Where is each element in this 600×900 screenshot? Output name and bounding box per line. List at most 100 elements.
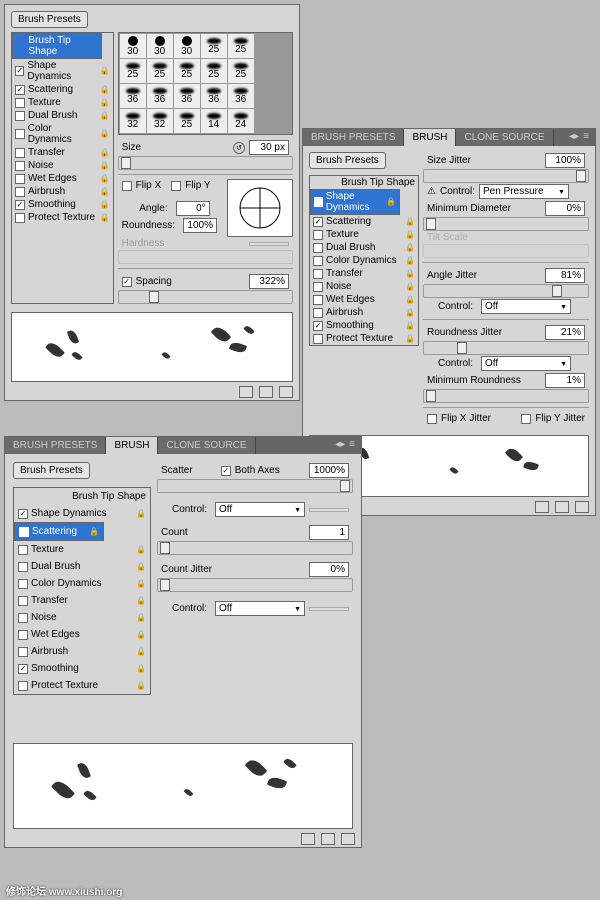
- toggle-icon-2[interactable]: [535, 501, 549, 513]
- count-input[interactable]: 1: [309, 525, 349, 540]
- roundness-input[interactable]: 100%: [183, 218, 217, 233]
- tab-brush[interactable]: BRUSH: [404, 129, 456, 146]
- trash-icon[interactable]: [279, 386, 293, 398]
- tab3-clone[interactable]: CLONE SOURCE: [158, 437, 255, 454]
- size-input[interactable]: 30 px: [249, 140, 289, 155]
- flip-x-checkbox[interactable]: [122, 181, 132, 191]
- item2-brush-tip[interactable]: Brush Tip Shape: [310, 176, 418, 189]
- size-jitter-input[interactable]: 100%: [545, 153, 585, 168]
- item3-shape-dynamics[interactable]: Shape Dynamics🔒: [14, 505, 150, 522]
- count-jitter-input[interactable]: 0%: [309, 562, 349, 577]
- item3-noise[interactable]: Noise🔒: [14, 609, 150, 626]
- collapse-icon-3[interactable]: ◂▸: [335, 439, 345, 452]
- size-slider[interactable]: [118, 156, 293, 170]
- brush-presets-button-2[interactable]: Brush Presets: [309, 152, 386, 169]
- brush-options-list: Brush Tip Shape Shape Dynamics🔒 Scatteri…: [11, 32, 114, 304]
- angle-input[interactable]: 0°: [176, 201, 210, 216]
- item-scattering[interactable]: Scattering🔒: [12, 83, 113, 96]
- item2-shape-dynamics[interactable]: Shape Dynamics🔒: [310, 189, 400, 215]
- brush-presets-button[interactable]: Brush Presets: [11, 11, 88, 28]
- count-jitter-slider[interactable]: [157, 578, 353, 592]
- reset-size-icon[interactable]: ↺: [233, 142, 245, 154]
- item3-texture[interactable]: Texture🔒: [14, 541, 150, 558]
- item-shape-dynamics[interactable]: Shape Dynamics🔒: [12, 59, 113, 83]
- count-slider[interactable]: [157, 541, 353, 555]
- new-icon-3[interactable]: [321, 833, 335, 845]
- tab3-brush[interactable]: BRUSH: [106, 437, 158, 454]
- brush-presets-button-3[interactable]: Brush Presets: [13, 462, 90, 479]
- brush-preview: [11, 312, 293, 382]
- item3-color-dynamics[interactable]: Color Dynamics🔒: [14, 575, 150, 592]
- angle-control-select[interactable]: Off: [481, 299, 571, 314]
- item-protect-texture[interactable]: Protect Texture🔒: [12, 211, 113, 224]
- trash-icon-3[interactable]: [341, 833, 355, 845]
- size-control-select[interactable]: Pen Pressure: [479, 184, 569, 199]
- scatter-control-select[interactable]: Off: [215, 502, 305, 517]
- item2-smoothing[interactable]: Smoothing🔒: [310, 319, 418, 332]
- scatter-slider[interactable]: [157, 479, 353, 493]
- min-round-slider[interactable]: [423, 389, 589, 403]
- item2-airbrush[interactable]: Airbrush🔒: [310, 306, 418, 319]
- item3-dual-brush[interactable]: Dual Brush🔒: [14, 558, 150, 575]
- item3-protect[interactable]: Protect Texture🔒: [14, 677, 150, 694]
- item2-dual-brush[interactable]: Dual Brush🔒: [310, 241, 418, 254]
- min-dia-slider[interactable]: [423, 217, 589, 231]
- round-control-select[interactable]: Off: [481, 356, 571, 371]
- both-axes-checkbox[interactable]: [221, 466, 231, 476]
- toggle-icon[interactable]: [239, 386, 253, 398]
- item3-smoothing[interactable]: Smoothing🔒: [14, 660, 150, 677]
- item3-transfer[interactable]: Transfer🔒: [14, 592, 150, 609]
- item-airbrush[interactable]: Airbrush🔒: [12, 185, 113, 198]
- item-brush-tip-shape[interactable]: Brush Tip Shape: [12, 33, 102, 59]
- item2-wet-edges[interactable]: Wet Edges🔒: [310, 293, 418, 306]
- round-jitter-input[interactable]: 21%: [545, 325, 585, 340]
- item2-texture[interactable]: Texture🔒: [310, 228, 418, 241]
- tab-presets[interactable]: BRUSH PRESETS: [303, 129, 404, 146]
- tab3-presets[interactable]: BRUSH PRESETS: [5, 437, 106, 454]
- brush-preset-grid[interactable]: 30 30 30 25 25 25 25 25 25 25 36 36 36 3…: [118, 32, 293, 135]
- angle-jitter-input[interactable]: 81%: [545, 268, 585, 283]
- item-dual-brush[interactable]: Dual Brush🔒: [12, 109, 113, 122]
- scatter-input[interactable]: 1000%: [309, 463, 349, 478]
- angle-widget[interactable]: [227, 179, 293, 237]
- size-jitter-slider[interactable]: [423, 169, 589, 183]
- item-transfer[interactable]: Transfer🔒: [12, 146, 113, 159]
- flipx-jitter-checkbox[interactable]: [427, 414, 437, 424]
- collapse-icon[interactable]: ◂▸: [569, 131, 579, 144]
- new-icon-2[interactable]: [555, 501, 569, 513]
- item3-wet-edges[interactable]: Wet Edges🔒: [14, 626, 150, 643]
- angle-jitter-slider[interactable]: [423, 284, 589, 298]
- item-smoothing[interactable]: Smoothing🔒: [12, 198, 113, 211]
- spacing-input[interactable]: 322%: [249, 274, 289, 289]
- tab-clone[interactable]: CLONE SOURCE: [456, 129, 553, 146]
- menu-icon-3[interactable]: ≡: [349, 439, 355, 452]
- min-dia-input[interactable]: 0%: [545, 201, 585, 216]
- flipy-jitter-checkbox[interactable]: [521, 414, 531, 424]
- item-texture[interactable]: Texture🔒: [12, 96, 113, 109]
- item2-protect[interactable]: Protect Texture🔒: [310, 332, 418, 345]
- item3-brush-tip[interactable]: Brush Tip Shape: [14, 488, 150, 505]
- flip-y-checkbox[interactable]: [171, 181, 181, 191]
- item3-airbrush[interactable]: Airbrush🔒: [14, 643, 150, 660]
- round-jitter-slider[interactable]: [423, 341, 589, 355]
- count-control-select[interactable]: Off: [215, 601, 305, 616]
- item2-transfer[interactable]: Transfer🔒: [310, 267, 418, 280]
- item2-scattering[interactable]: Scattering🔒: [310, 215, 418, 228]
- brush-options-list-3: Brush Tip Shape Shape Dynamics🔒 Scatteri…: [13, 487, 151, 695]
- new-icon[interactable]: [259, 386, 273, 398]
- hardness-slider: [118, 250, 293, 264]
- item3-scattering[interactable]: Scattering🔒: [14, 522, 104, 541]
- item2-color-dynamics[interactable]: Color Dynamics🔒: [310, 254, 418, 267]
- item2-noise[interactable]: Noise🔒: [310, 280, 418, 293]
- spacing-checkbox[interactable]: [122, 277, 132, 287]
- item-noise[interactable]: Noise🔒: [12, 159, 113, 172]
- item-wet-edges[interactable]: Wet Edges🔒: [12, 172, 113, 185]
- brush-options-list-2: Brush Tip Shape Shape Dynamics🔒 Scatteri…: [309, 175, 419, 346]
- menu-icon[interactable]: ≡: [583, 131, 589, 144]
- spacing-slider[interactable]: [118, 290, 293, 304]
- min-round-input[interactable]: 1%: [545, 373, 585, 388]
- warning-icon: ⚠: [427, 186, 436, 197]
- item-color-dynamics[interactable]: Color Dynamics🔒: [12, 122, 113, 146]
- trash-icon-2[interactable]: [575, 501, 589, 513]
- toggle-icon-3[interactable]: [301, 833, 315, 845]
